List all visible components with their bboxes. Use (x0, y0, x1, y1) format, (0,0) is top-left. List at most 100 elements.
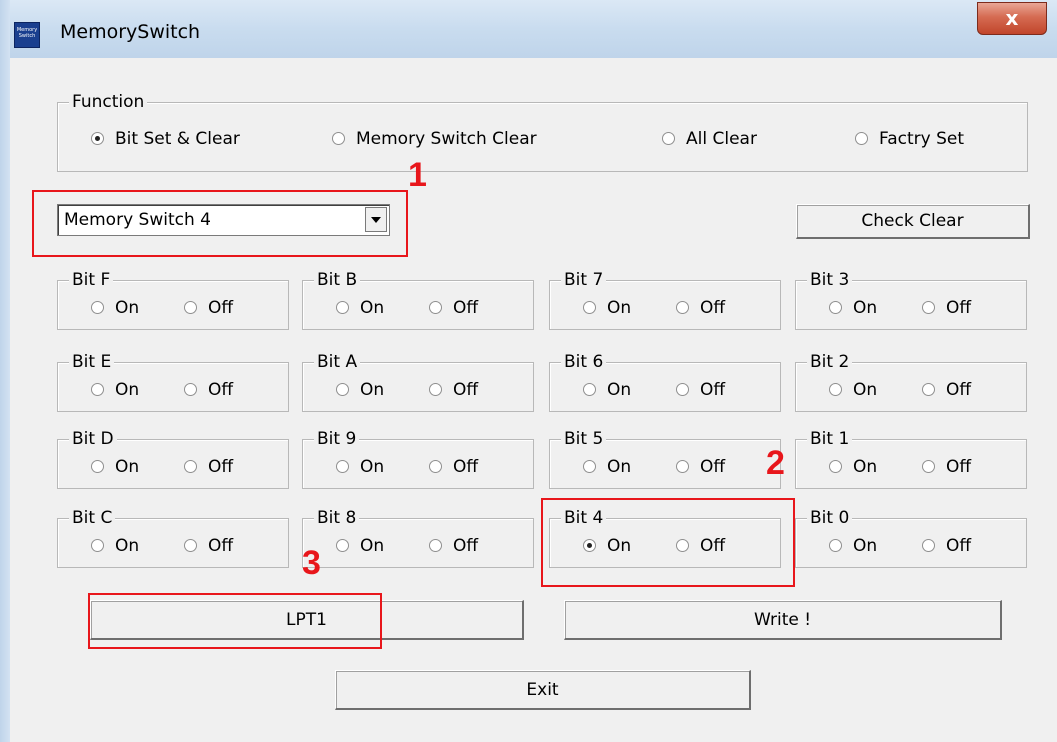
radio-circle[interactable] (662, 132, 675, 145)
radio-bit-2-on[interactable]: On (829, 380, 877, 400)
radio-label: On (360, 380, 385, 400)
group-bit-c: Bit C On Off (57, 508, 289, 568)
radio-circle[interactable] (184, 383, 197, 396)
radio-bit-e-on[interactable]: On (91, 380, 139, 400)
radio-circle[interactable] (336, 539, 349, 552)
radio-label: On (115, 380, 140, 400)
radio-circle[interactable] (429, 301, 442, 314)
radio-label: Off (946, 298, 972, 318)
group-bit-a: Bit A On Off (302, 352, 534, 412)
radio-label: Off (700, 298, 726, 318)
radio-circle[interactable] (922, 301, 935, 314)
radio-circle[interactable] (583, 383, 596, 396)
radio-bit-3-off[interactable]: Off (922, 298, 971, 318)
radio-label: Off (700, 380, 726, 400)
radio-circle[interactable] (583, 460, 596, 473)
bit-legend: Bit 2 (807, 352, 853, 372)
radio-label: On (115, 298, 140, 318)
radio-bit-5-on[interactable]: On (583, 457, 631, 477)
radio-bit-9-on[interactable]: On (336, 457, 384, 477)
radio-circle[interactable] (829, 460, 842, 473)
radio-circle[interactable] (429, 383, 442, 396)
group-bit-2: Bit 2 On Off (795, 352, 1027, 412)
radio-bit-7-off[interactable]: Off (676, 298, 725, 318)
radio-bit-6-on[interactable]: On (583, 380, 631, 400)
radio-bit-f-on[interactable]: On (91, 298, 139, 318)
bit-legend: Bit E (69, 352, 115, 372)
radio-label: On (853, 536, 878, 556)
radio-circle[interactable] (855, 132, 868, 145)
radio-circle[interactable] (922, 383, 935, 396)
radio-label: On (607, 457, 632, 477)
radio-bit-8-on[interactable]: On (336, 536, 384, 556)
radio-circle[interactable] (336, 383, 349, 396)
radio-circle[interactable] (91, 132, 104, 145)
group-bit-1: Bit 1 On Off (795, 429, 1027, 489)
exit-button[interactable]: Exit (335, 670, 751, 710)
radio-label: On (853, 380, 878, 400)
radio-bit-c-off[interactable]: Off (184, 536, 233, 556)
radio-label: Off (946, 536, 972, 556)
radio-circle[interactable] (184, 301, 197, 314)
bit-legend: Bit 3 (807, 270, 853, 290)
annotation-marker-2: 2 (766, 444, 785, 482)
write-button[interactable]: Write ! (564, 600, 1002, 640)
radio-label: Off (453, 298, 479, 318)
radio-circle[interactable] (676, 383, 689, 396)
radio-bit-set-clear[interactable]: Bit Set & Clear (91, 129, 240, 149)
radio-circle[interactable] (91, 383, 104, 396)
radio-circle[interactable] (91, 539, 104, 552)
radio-circle[interactable] (336, 301, 349, 314)
radio-circle[interactable] (922, 539, 935, 552)
radio-circle[interactable] (922, 460, 935, 473)
radio-circle[interactable] (184, 460, 197, 473)
radio-circle[interactable] (429, 460, 442, 473)
radio-bit-3-on[interactable]: On (829, 298, 877, 318)
radio-bit-b-on[interactable]: On (336, 298, 384, 318)
radio-bit-b-off[interactable]: Off (429, 298, 478, 318)
group-bit-0: Bit 0 On Off (795, 508, 1027, 568)
bit-legend: Bit 5 (561, 429, 607, 449)
radio-label: On (360, 457, 385, 477)
radio-bit-9-off[interactable]: Off (429, 457, 478, 477)
radio-circle[interactable] (829, 539, 842, 552)
radio-circle[interactable] (676, 460, 689, 473)
radio-bit-1-on[interactable]: On (829, 457, 877, 477)
radio-bit-a-on[interactable]: On (336, 380, 384, 400)
function-group: Function Bit Set & Clear Memory Switch C… (57, 92, 1028, 172)
radio-bit-6-off[interactable]: Off (676, 380, 725, 400)
radio-circle[interactable] (829, 301, 842, 314)
radio-bit-0-off[interactable]: Off (922, 536, 971, 556)
radio-circle[interactable] (676, 301, 689, 314)
radio-bit-d-off[interactable]: Off (184, 457, 233, 477)
bit-legend: Bit C (69, 508, 116, 528)
check-clear-button[interactable]: Check Clear (796, 204, 1030, 239)
radio-bit-d-on[interactable]: On (91, 457, 139, 477)
radio-circle[interactable] (829, 383, 842, 396)
radio-circle[interactable] (336, 460, 349, 473)
radio-label: Memory Switch Clear (356, 129, 537, 149)
radio-bit-7-on[interactable]: On (583, 298, 631, 318)
close-button[interactable]: x (977, 2, 1047, 35)
radio-factry-set[interactable]: Factry Set (855, 129, 964, 149)
radio-bit-c-on[interactable]: On (91, 536, 139, 556)
annotation-box-1 (32, 190, 408, 257)
radio-bit-0-on[interactable]: On (829, 536, 877, 556)
radio-circle[interactable] (91, 460, 104, 473)
radio-memory-switch-clear[interactable]: Memory Switch Clear (332, 129, 537, 149)
radio-circle[interactable] (91, 301, 104, 314)
radio-circle[interactable] (429, 539, 442, 552)
radio-circle[interactable] (583, 301, 596, 314)
radio-bit-8-off[interactable]: Off (429, 536, 478, 556)
radio-bit-5-off[interactable]: Off (676, 457, 725, 477)
radio-all-clear[interactable]: All Clear (662, 129, 757, 149)
radio-bit-e-off[interactable]: Off (184, 380, 233, 400)
radio-label: Bit Set & Clear (115, 129, 240, 149)
radio-circle[interactable] (184, 539, 197, 552)
radio-circle[interactable] (332, 132, 345, 145)
radio-bit-a-off[interactable]: Off (429, 380, 478, 400)
radio-bit-f-off[interactable]: Off (184, 298, 233, 318)
radio-bit-1-off[interactable]: Off (922, 457, 971, 477)
bit-legend: Bit 0 (807, 508, 853, 528)
radio-bit-2-off[interactable]: Off (922, 380, 971, 400)
